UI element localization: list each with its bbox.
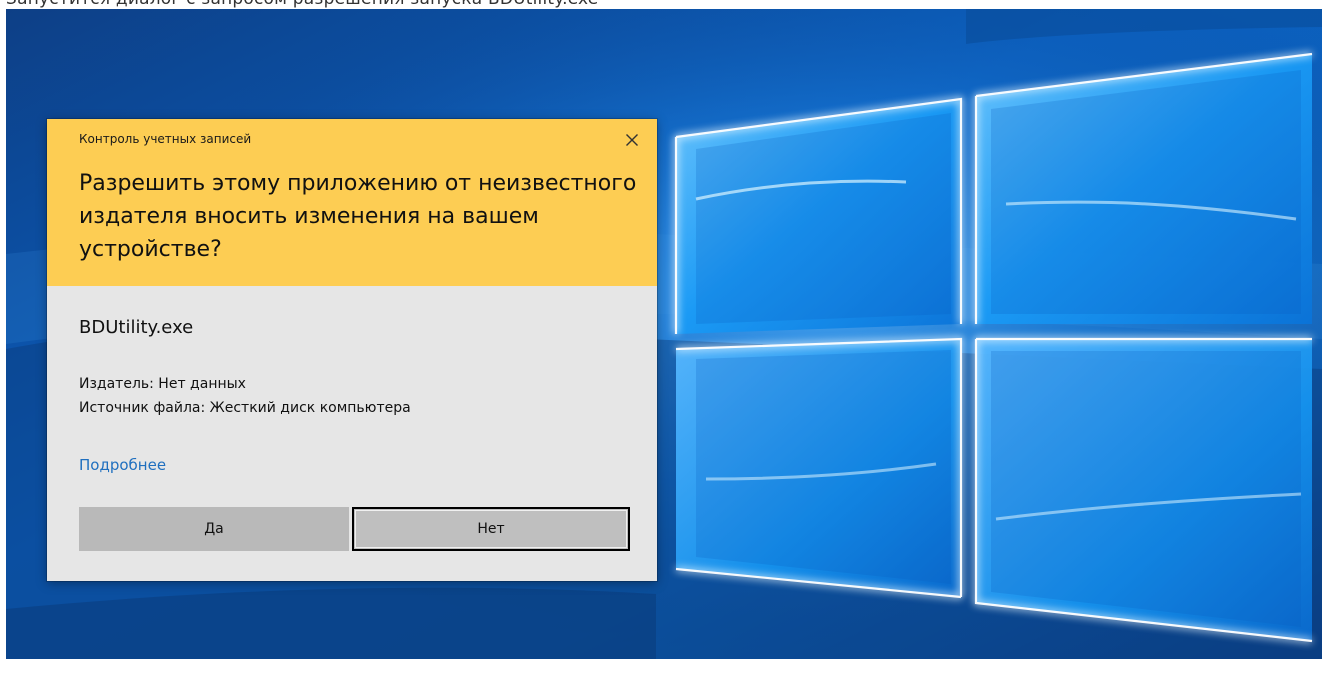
app-name: BDUtility.exe [79,317,194,338]
yes-button[interactable]: Да [79,507,349,551]
dialog-title: Контроль учетных записей [79,132,252,146]
uac-header: Контроль учетных записей Разрешить этому… [47,119,657,286]
close-icon [626,134,638,146]
instruction-text: Запустится диалог с запросом разрешения … [6,0,598,9]
more-details-link[interactable]: Подробнее [79,456,166,474]
publisher-text: Издатель: Нет данных [79,376,246,392]
uac-dialog: Контроль учетных записей Разрешить этому… [47,119,657,581]
source-text: Источник файла: Жесткий диск компьютера [79,400,411,416]
permission-question: Разрешить этому приложению от неизвестно… [79,171,637,262]
screen: Запустится диалог с запросом разрешения … [0,0,1322,686]
no-button[interactable]: Нет [352,507,630,551]
close-button[interactable] [621,129,643,151]
